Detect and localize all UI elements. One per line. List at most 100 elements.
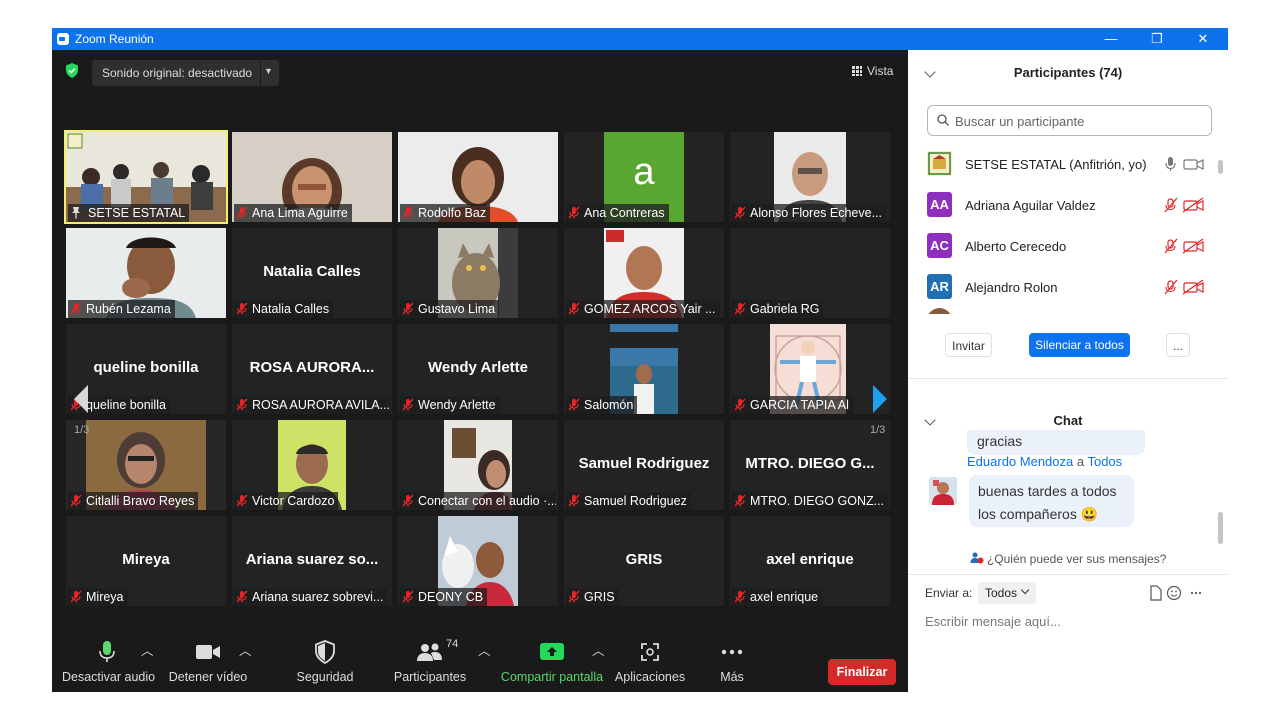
participant-row[interactable]: AR Alejandro Rolon: [908, 267, 1228, 308]
participant-name-label: DEONY CB: [400, 588, 488, 606]
muted-microphone-icon: [402, 398, 414, 411]
muted-microphone-icon: [236, 206, 248, 219]
message-visibility-link[interactable]: ¿Quién puede ver sus mensajes?: [908, 548, 1228, 570]
muted-microphone-icon: [236, 398, 248, 411]
participant-name-label: Rubén Lezama: [68, 300, 175, 318]
participants-options-caret-icon[interactable]: ︿: [478, 640, 491, 659]
video-options-caret-icon[interactable]: ︿: [239, 640, 252, 659]
caret-down-icon[interactable]: ▼: [264, 66, 273, 76]
participant-row[interactable]: AA Adriana Aguilar Valdez: [908, 185, 1228, 226]
participant-tile[interactable]: GOMEZ ARCOS Yair ...: [564, 228, 724, 318]
participant-tile[interactable]: Alonso Flores Echeve...: [730, 132, 890, 222]
mute-audio-button[interactable]: Desactivar audio: [62, 640, 156, 684]
participant-name-text: Natalia Calles: [252, 302, 330, 316]
participant-tile[interactable]: ROSA AURORA... ROSA AURORA AVILA...: [232, 324, 392, 414]
security-button[interactable]: Seguridad: [292, 640, 358, 684]
participant-tile[interactable]: MTRO. DIEGO G... MTRO. DIEGO GONZ...: [730, 420, 890, 510]
muted-microphone-icon: [734, 302, 746, 315]
previous-message-text: gracias: [977, 433, 1023, 449]
participant-row-name: Adriana Aguilar Valdez: [965, 198, 1096, 213]
participant-tile[interactable]: Rubén Lezama: [66, 228, 226, 318]
chat-message-line-1: buenas tardes a todos: [978, 483, 1117, 499]
participant-name-text: Rubén Lezama: [86, 302, 171, 316]
participants-header[interactable]: Participantes (74): [908, 53, 1228, 93]
send-to-value: Todos: [985, 586, 1018, 600]
share-options-caret-icon[interactable]: ︿: [592, 640, 605, 659]
muted-microphone-icon: [70, 494, 82, 507]
participant-tile[interactable]: Citlalli Bravo Reyes: [66, 420, 226, 510]
participant-tile[interactable]: Gustavo Lima: [398, 228, 558, 318]
stop-video-button[interactable]: Detener vídeo: [166, 640, 250, 684]
participant-name-text: Gustavo Lima: [418, 302, 496, 316]
participant-tile[interactable]: a Ana Contreras: [564, 132, 724, 222]
section-divider: [908, 378, 1228, 379]
participant-tile[interactable]: Natalia Calles Natalia Calles: [232, 228, 392, 318]
send-to-dropdown[interactable]: Todos: [978, 582, 1036, 604]
participants-label: Participantes: [393, 670, 467, 684]
close-button[interactable]: ✕: [1180, 28, 1226, 50]
message-sender[interactable]: Eduardo Mendoza: [967, 454, 1073, 469]
participant-tile[interactable]: Gabriela RG: [730, 228, 890, 318]
participant-tile[interactable]: DEONY CB: [398, 516, 558, 606]
previous-page-arrow-icon[interactable]: [70, 379, 92, 419]
chat-scrollbar[interactable]: [1218, 512, 1223, 544]
participant-avatar: [927, 151, 952, 176]
participant-tile[interactable]: GARCIA TAPIA Al: [730, 324, 890, 414]
participant-name-label: Alonso Flores Echeve...: [732, 204, 887, 222]
participant-name-text: Ana Contreras: [584, 206, 665, 220]
collapse-chevron-icon[interactable]: [924, 66, 936, 78]
audio-video-status-icon[interactable]: [1164, 156, 1204, 172]
more-options-button[interactable]: ...: [1166, 333, 1190, 357]
participant-name-label: SETSE ESTATAL: [68, 204, 190, 222]
participant-tile[interactable]: Rodolfo Baz: [398, 132, 558, 222]
mute-all-button[interactable]: Silenciar a todos: [1029, 333, 1130, 357]
participant-tile[interactable]: Wendy Arlette Wendy Arlette: [398, 324, 558, 414]
encryption-shield-icon[interactable]: [65, 63, 79, 78]
muted-microphone-icon: [568, 494, 580, 507]
file-icon[interactable]: [1150, 585, 1162, 601]
participant-tile[interactable]: Conectar con el audio ·...: [398, 420, 558, 510]
participant-tile[interactable]: axel enrique axel enrique: [730, 516, 890, 606]
participant-tile[interactable]: Ariana suarez so... Ariana suarez sobrevi…: [232, 516, 392, 606]
mute-audio-label: Desactivar audio: [62, 670, 156, 684]
minimize-button[interactable]: —: [1088, 28, 1134, 50]
svg-text:a: a: [633, 151, 655, 193]
participant-row[interactable]: AC Alberto Cerecedo: [908, 226, 1228, 267]
grid-view-icon: [852, 66, 862, 76]
share-screen-button[interactable]: Compartir pantalla: [500, 640, 604, 684]
participant-name-label: GRIS: [566, 588, 619, 606]
view-button[interactable]: Vista: [846, 60, 902, 82]
participant-tile[interactable]: Ana Lima Aguirre: [232, 132, 392, 222]
audio-options-caret-icon[interactable]: ︿: [141, 640, 154, 659]
end-meeting-button[interactable]: Finalizar: [828, 659, 896, 685]
security-shield-icon: [315, 640, 335, 664]
participant-tile[interactable]: Mireya Mireya: [66, 516, 226, 606]
invite-button[interactable]: Invitar: [945, 333, 992, 357]
participant-tile[interactable]: Samuel Rodriguez Samuel Rodriguez: [564, 420, 724, 510]
emoji-icon[interactable]: [1166, 585, 1182, 601]
participant-name-label: Samuel Rodriguez: [566, 492, 691, 510]
original-sound-dropdown[interactable]: Sonido original: desactivado ▼: [92, 60, 279, 86]
muted-audio-video-icon[interactable]: [1164, 279, 1204, 295]
muted-audio-video-icon[interactable]: [1164, 238, 1204, 254]
participant-name-text: Samuel Rodriguez: [584, 494, 687, 508]
chat-message-bubble: buenas tardes a todos los compañeros 😃: [969, 475, 1134, 527]
participant-display-name: MTRO. DIEGO G...: [745, 455, 875, 472]
chat-more-icon[interactable]: [1190, 591, 1202, 595]
participant-tile[interactable]: GRIS GRIS: [564, 516, 724, 606]
participant-list-scrollbar[interactable]: [1218, 160, 1223, 174]
restore-button[interactable]: ❐: [1134, 28, 1180, 50]
participant-tile[interactable]: Salomón: [564, 324, 724, 414]
participant-tile[interactable]: Victor Cardozo: [232, 420, 392, 510]
chat-message-input[interactable]: Escribir mensaje aquí...: [925, 614, 1061, 629]
apps-button[interactable]: Aplicaciones: [614, 640, 686, 684]
muted-audio-video-icon[interactable]: [1164, 197, 1204, 213]
chat-collapse-chevron-icon[interactable]: [924, 414, 936, 426]
participant-tile[interactable]: SETSE ESTATAL: [64, 130, 228, 224]
more-button[interactable]: Más: [712, 640, 752, 684]
next-page-arrow-icon[interactable]: [869, 379, 891, 419]
participant-name-label: Citlalli Bravo Reyes: [68, 492, 199, 510]
participant-row[interactable]: SETSE ESTATAL (Anfitrión, yo): [908, 146, 1228, 185]
participant-search-input[interactable]: Buscar un participante: [927, 105, 1212, 136]
chat-input-divider: [908, 574, 1228, 575]
